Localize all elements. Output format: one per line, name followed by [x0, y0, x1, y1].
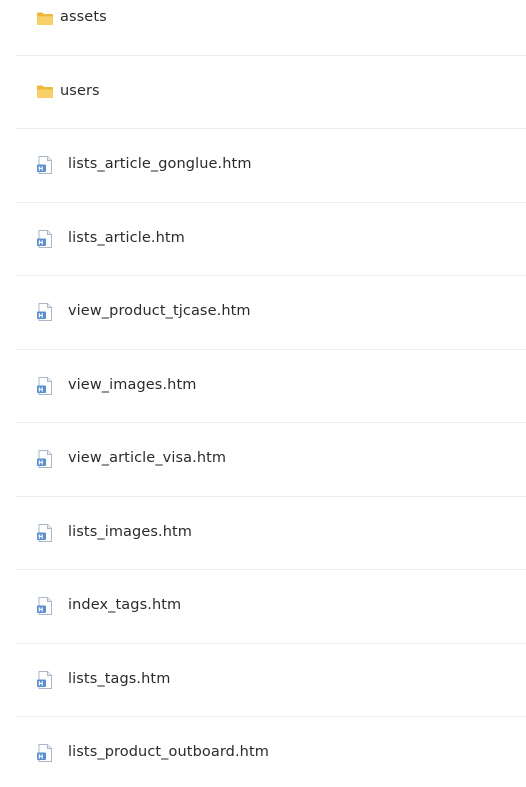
html-file-icon — [35, 449, 55, 469]
file-row[interactable]: lists_article_gonglue.htm — [16, 151, 526, 179]
folder-icon — [35, 8, 55, 28]
file-row[interactable]: view_images.htm — [16, 372, 526, 400]
row-divider — [16, 716, 526, 717]
file-name[interactable]: lists_tags.htm — [68, 671, 170, 687]
file-row[interactable]: lists_article.htm — [16, 225, 526, 253]
html-file-icon — [35, 376, 55, 396]
file-name[interactable]: lists_article_gonglue.htm — [68, 156, 252, 172]
file-name[interactable]: lists_product_outboard.htm — [68, 744, 269, 760]
file-row[interactable]: lists_tags.htm — [16, 666, 526, 694]
file-row[interactable]: index_tags.htm — [16, 592, 526, 620]
file-row[interactable]: view_product_tjcase.htm — [16, 298, 526, 326]
file-name[interactable]: view_images.htm — [68, 377, 196, 393]
html-file-icon — [35, 229, 55, 249]
folder-row[interactable]: assets — [16, 4, 526, 32]
file-list: assets users lists_article_gonglue.htm l… — [16, 0, 526, 787]
file-name[interactable]: view_article_visa.htm — [68, 450, 226, 466]
html-file-icon — [35, 302, 55, 322]
row-divider — [16, 422, 526, 423]
folder-icon — [35, 82, 55, 102]
html-file-icon — [35, 743, 55, 763]
folder-row[interactable]: users — [16, 78, 526, 106]
file-name[interactable]: lists_article.htm — [68, 230, 185, 246]
row-divider — [16, 496, 526, 497]
html-file-icon — [35, 155, 55, 175]
row-divider — [16, 643, 526, 644]
row-divider — [16, 202, 526, 203]
file-name[interactable]: lists_images.htm — [68, 524, 192, 540]
row-divider — [16, 128, 526, 129]
html-file-icon — [35, 523, 55, 543]
file-row[interactable]: view_article_visa.htm — [16, 445, 526, 473]
file-name[interactable]: index_tags.htm — [68, 597, 181, 613]
file-name[interactable]: view_product_tjcase.htm — [68, 303, 251, 319]
file-row[interactable]: lists_product_outboard.htm — [16, 739, 526, 767]
html-file-icon — [35, 670, 55, 690]
html-file-icon — [35, 596, 55, 616]
row-divider — [16, 569, 526, 570]
row-divider — [16, 55, 526, 56]
row-divider — [16, 349, 526, 350]
folder-name[interactable]: assets — [60, 9, 107, 25]
folder-name[interactable]: users — [60, 83, 100, 99]
row-divider — [16, 275, 526, 276]
file-row[interactable]: lists_images.htm — [16, 519, 526, 547]
